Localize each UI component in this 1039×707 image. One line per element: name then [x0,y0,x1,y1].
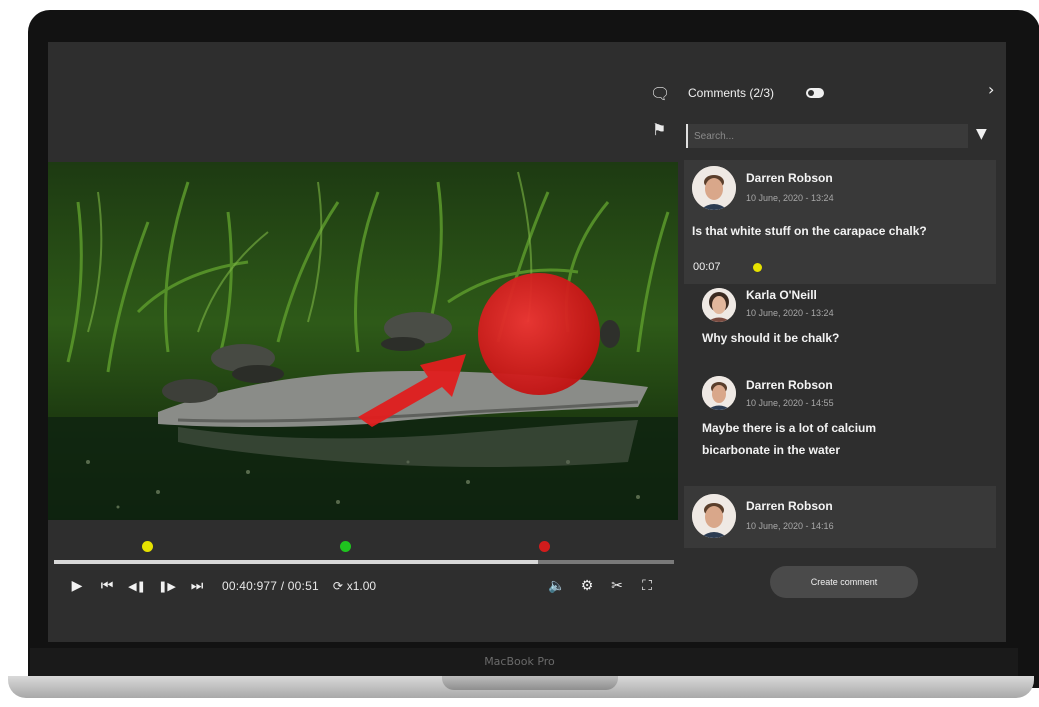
play-icon[interactable]: ▶ [62,573,92,599]
fullscreen-icon[interactable]: ⛶ [632,573,662,599]
player-controls: ▶ ⏮ ◀❚ ❚▶ ⏭ 00:40:977 / 00:51 ⟳ x1.00 🔈 … [62,572,662,600]
reply-date: 10 June, 2020 - 13:24 [746,308,834,318]
reply-date: 10 June, 2020 - 14:55 [746,398,834,408]
comment-timestamp[interactable]: 00:07 [693,261,721,273]
skip-to-end-icon[interactable]: ⏭ [182,573,212,599]
avatar [702,288,736,322]
comment-author: Darren Robson [746,499,833,513]
reply-text-line1: Maybe there is a lot of calcium [702,421,877,435]
reply-text: Why should it be chalk? [702,331,840,345]
timeline-track[interactable] [54,560,674,564]
skip-to-start-icon[interactable]: ⏮ [92,573,122,599]
laptop-brand-label: MacBook Pro [484,655,555,668]
video-frame[interactable] [48,162,678,520]
reply-author: Darren Robson [746,378,833,392]
reply-author: Karla O'Neill [746,288,817,302]
comment-marker-dot [753,263,762,272]
comments-icon[interactable]: 🗨 [650,84,670,103]
speed-value: x1.00 [346,579,377,593]
comments-toggle[interactable] [806,88,824,98]
comments-title: Comments (2/3) [688,86,775,100]
timeline-progress [54,560,538,564]
gear-icon[interactable]: ⚙ [572,573,602,599]
chevron-right-icon[interactable]: › [988,80,994,99]
comment-author: Darren Robson [746,171,833,185]
video-image [48,162,678,520]
comment-date: 10 June, 2020 - 13:24 [746,193,834,203]
filter-icon[interactable]: ▼ [976,126,987,142]
comment-text: Is that white stuff on the carapace chal… [692,224,927,238]
laptop-notch [442,676,618,690]
timeline-marker-yellow[interactable] [142,541,153,552]
volume-icon[interactable]: 🔈 [542,573,572,599]
reply-text-line2: bicarbonate in the water [702,443,841,457]
avatar [692,494,736,538]
avatar [702,376,736,410]
avatar [692,166,736,210]
scissors-icon[interactable]: ✂ [602,573,632,599]
speed-control[interactable]: ⟳ x1.00 [333,579,376,593]
timecode: 00:40:977 / 00:51 [222,579,319,593]
timeline-marker-red[interactable] [538,541,550,552]
search-input[interactable] [686,124,968,148]
next-frame-icon[interactable]: ❚▶ [152,573,182,599]
flag-icon[interactable]: ⚑ [652,120,666,139]
create-comment-button[interactable]: Create comment [770,566,918,598]
previous-frame-icon[interactable]: ◀❚ [122,573,152,599]
speed-icon: ⟳ [332,579,347,593]
comment-date: 10 June, 2020 - 14:16 [746,521,834,531]
